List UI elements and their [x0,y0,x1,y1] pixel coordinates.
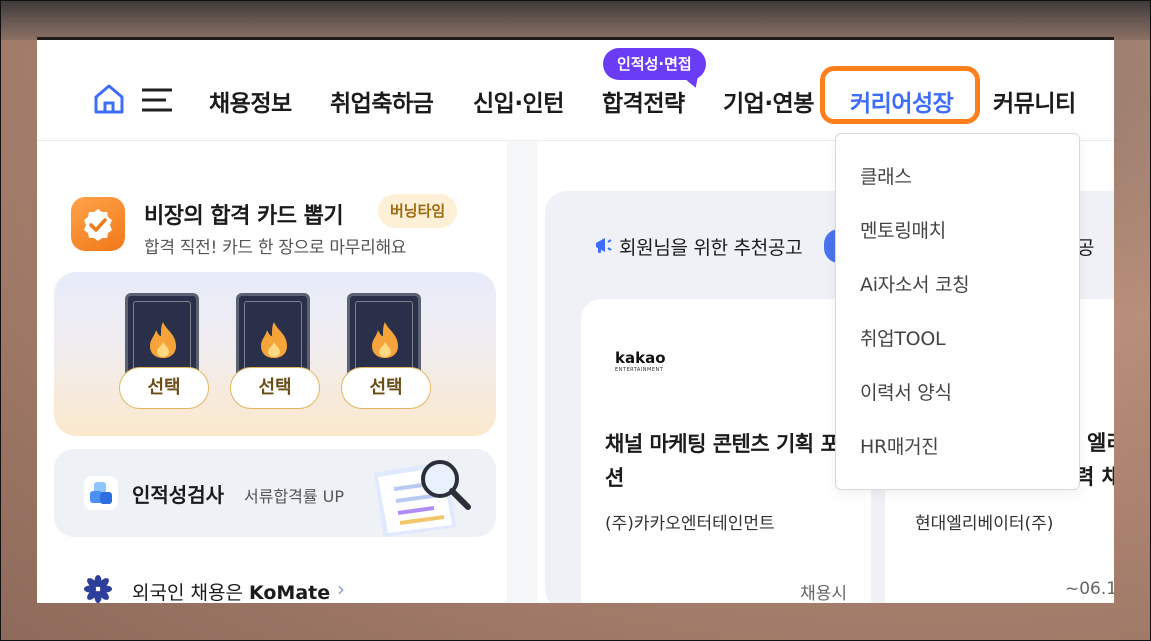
job-title-line[interactable]: 엘리 [1087,427,1114,457]
document-search-icon [374,460,471,537]
career-dropdown-menu: 클래스 멘토링매치 Ai자소서 코칭 취업TOOL 이력서 양식 HR매거진 [835,133,1080,490]
komate-link[interactable]: 외국인 채용은 KoMate [132,578,330,603]
nav-item-community[interactable]: 커뮤니티 [993,84,1076,118]
dropdown-item-hr-magazine[interactable]: HR매거진 [860,432,939,459]
nav-item-salary[interactable]: 기업·연봉 [723,84,814,118]
fire-icon [150,322,176,358]
nav-item-strategy[interactable]: 합격전략 [602,84,685,118]
aptitude-test-title: 인적성검사 [132,483,224,507]
background-shadow [0,0,1151,40]
dropdown-item-tool[interactable]: 취업TOOL [860,324,946,351]
job-title-line[interactable]: 력 채 [1075,461,1114,491]
chevron-right-icon[interactable]: › [337,577,345,601]
nav-item-bonus[interactable]: 취업축하금 [330,84,434,118]
puzzle-icon [84,476,118,510]
select-card-button[interactable]: 선택 [341,367,431,409]
dropdown-item-mentoring[interactable]: 멘토링매치 [860,216,946,243]
komate-text: 외국인 채용은 [132,582,249,603]
dropdown-item-class[interactable]: 클래스 [860,162,912,189]
select-card-button[interactable]: 선택 [230,367,320,409]
dropdown-item-resume-form[interactable]: 이력서 양식 [860,378,952,405]
card-draw-panel: 선택 선택 선택 [54,272,496,436]
select-card-button[interactable]: 선택 [119,367,209,409]
nav-item-career[interactable]: 커리어성장 [850,84,954,118]
hamburger-menu-icon[interactable] [140,86,174,114]
job-company: 현대엘리베이터(주) [915,514,1054,534]
fire-icon [261,322,287,358]
company-logo: kakao [615,349,666,367]
main-nav: 채용정보 취업축하금 신입·인턴 합격전략 기업·연봉 커리어성장 커뮤니티 인… [37,40,1114,141]
dropdown-item-ai-coaching[interactable]: Ai자소서 코칭 [860,270,970,297]
card-draw-subtitle: 합격 직전! 카드 한 장으로 마무리해요 [144,238,407,258]
job-deadline: 채용시 [800,584,847,603]
nav-badge-interview[interactable]: 인적성·면접 [603,48,706,80]
browser-screen: 채용정보 취업축하금 신입·인턴 합격전략 기업·연봉 커리어성장 커뮤니티 인… [37,37,1114,603]
megaphone-icon [596,238,612,253]
left-column: 비장의 합격 카드 뽑기 버닝타임 합격 직전! 카드 한 장으로 마무리해요 [37,141,537,603]
komate-brand: KoMate [248,582,331,603]
fire-icon [372,322,398,358]
nav-item-intern[interactable]: 신입·인턴 [473,84,564,118]
recommend-title: 회원님을 위한 추천공고 [619,237,803,259]
shield-check-icon [71,197,125,251]
job-deadline: ~06.1 [1065,579,1114,599]
burning-time-tag: 버닝타임 [378,194,458,228]
asterisk-flower-icon [84,575,112,603]
job-company: (주)카카오엔터테인먼트 [605,514,775,534]
company-logo-sub: ENTERTAINMENT [615,367,664,373]
job-title[interactable]: 채널 마케팅 콘텐츠 기획 포지션 [605,427,865,495]
home-icon[interactable] [92,82,126,116]
aptitude-test-subtitle: 서류합격률 UP [244,487,345,506]
nav-item-jobs[interactable]: 채용정보 [209,84,292,118]
card-draw-title: 비장의 합격 카드 뽑기 [144,204,344,229]
aptitude-test-banner[interactable]: 인적성검사 서류합격률 UP [54,449,496,537]
job-card[interactable]: kakao ENTERTAINMENT 채널 마케팅 콘텐츠 기획 포지션 (주… [581,299,871,603]
